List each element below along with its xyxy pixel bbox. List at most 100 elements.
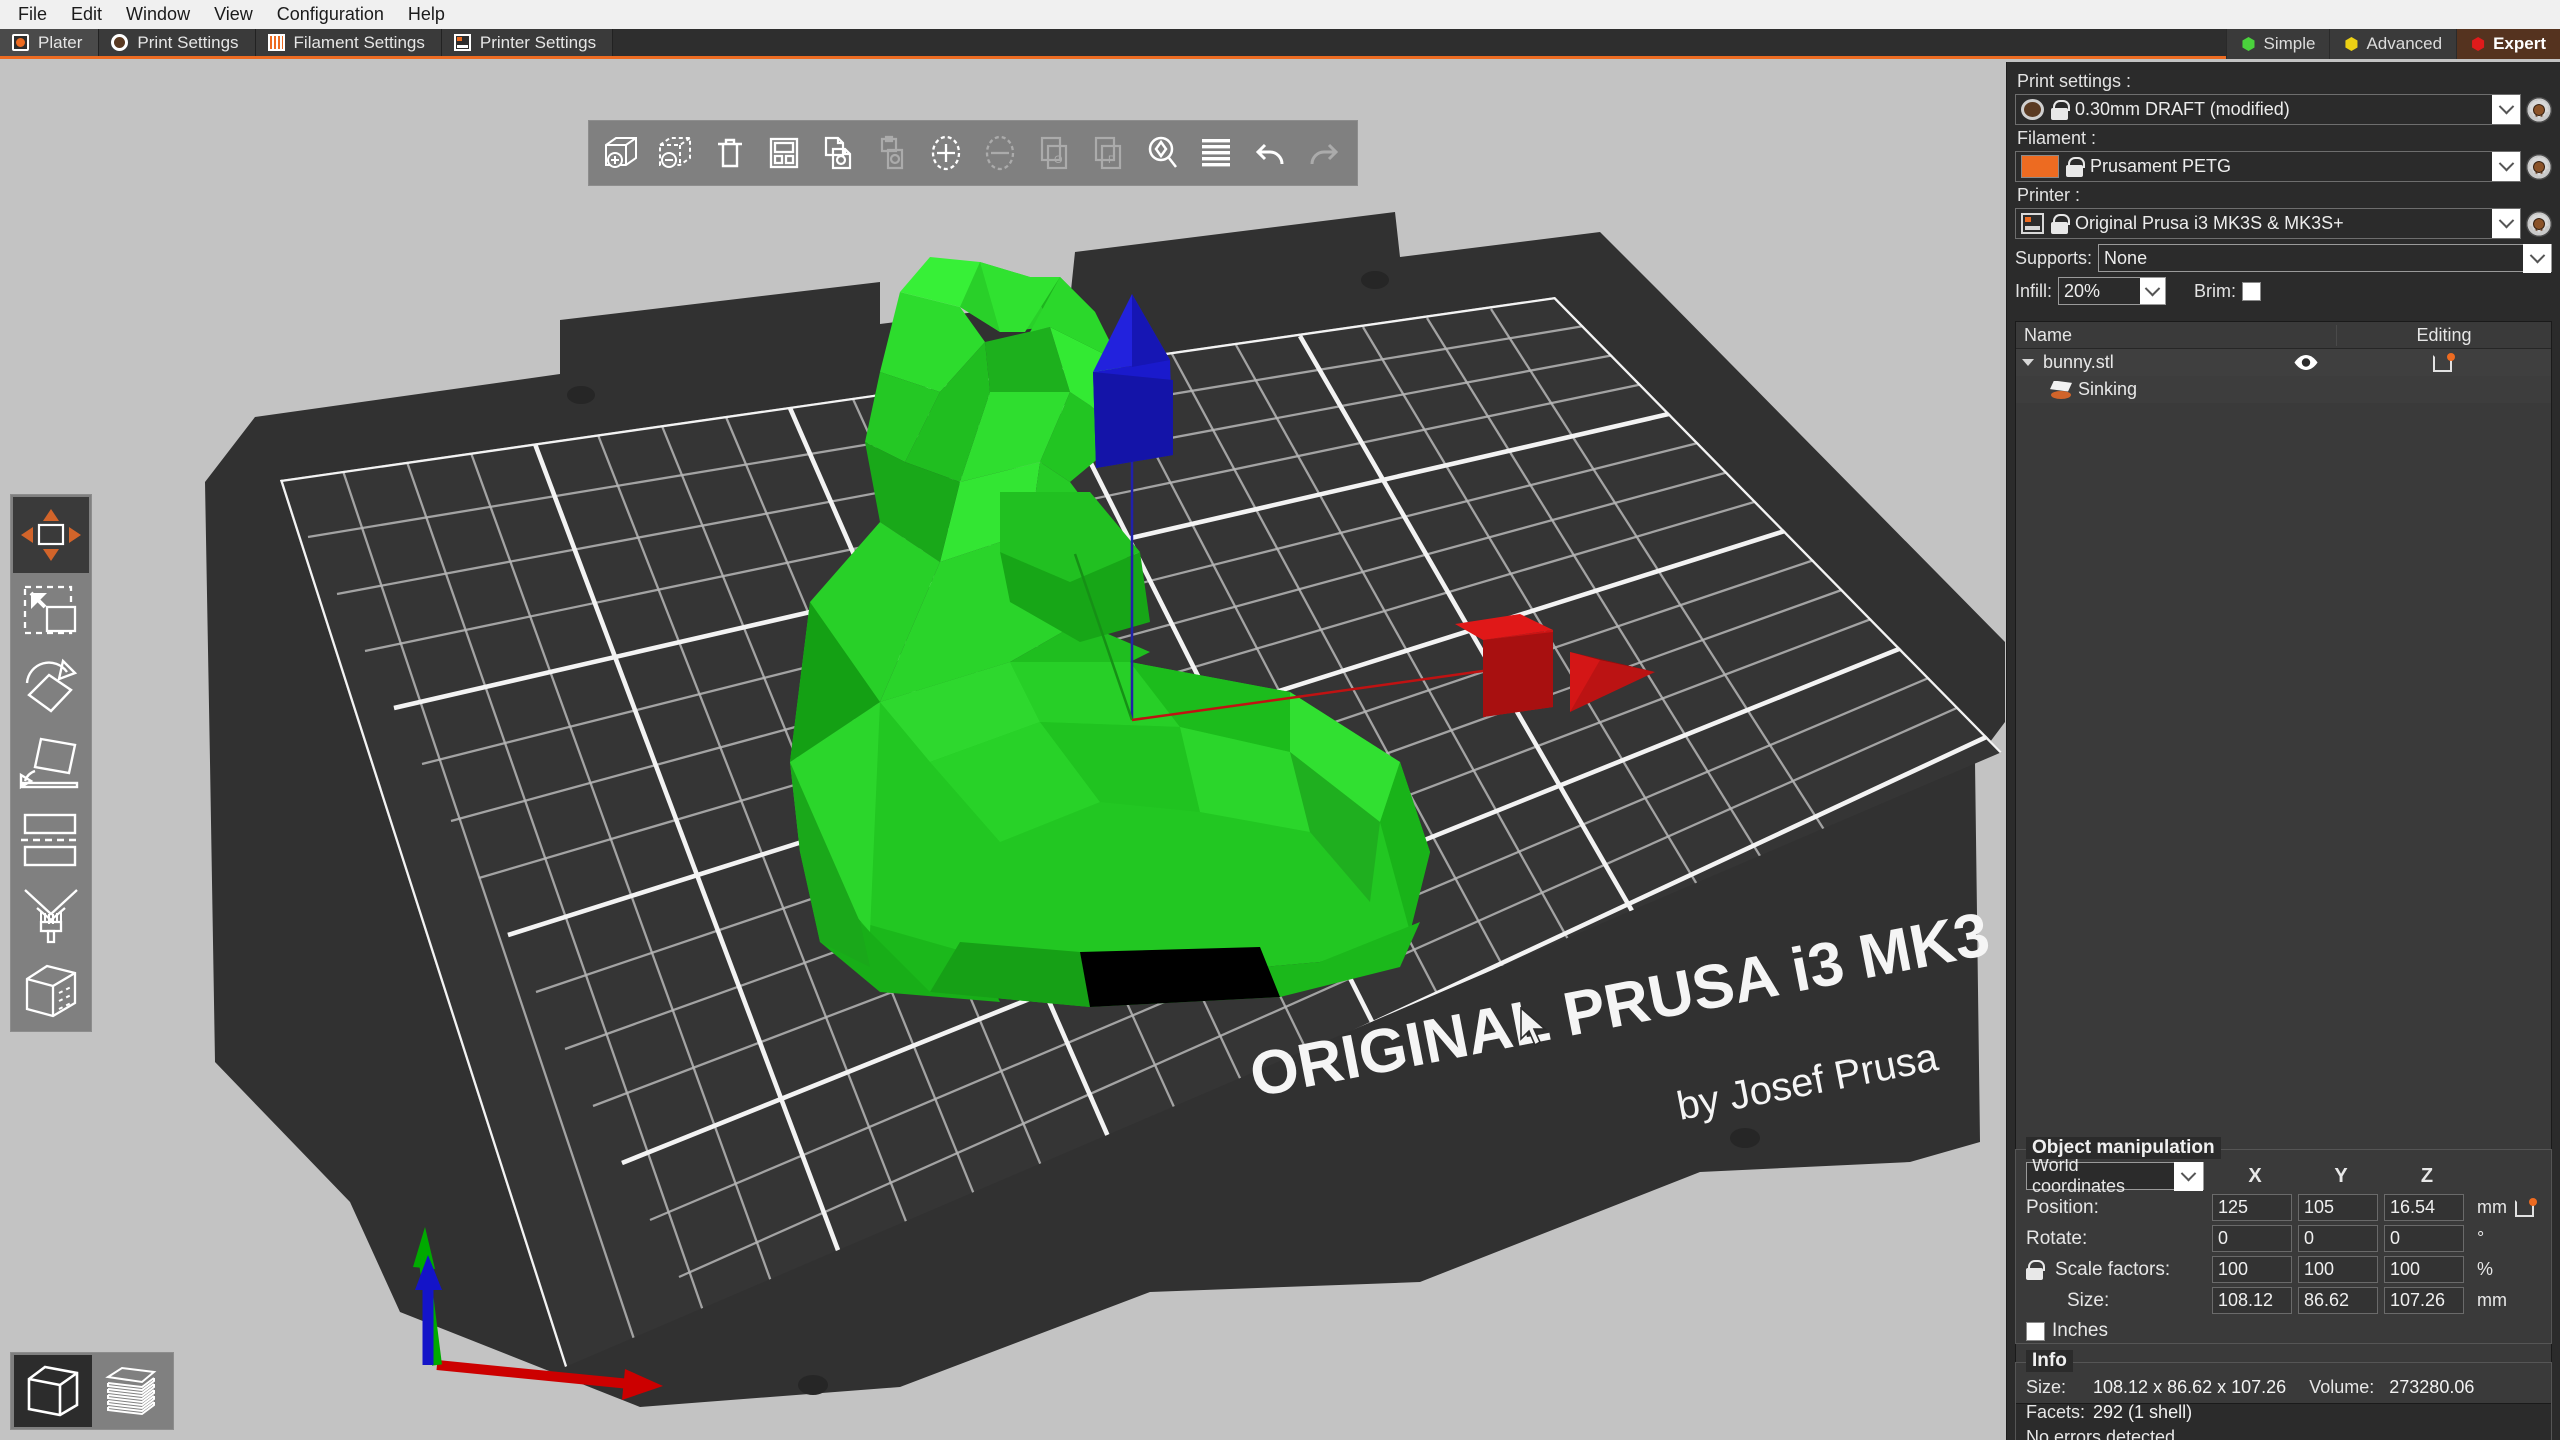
size-z-input[interactable]: 107.26: [2384, 1287, 2464, 1314]
tab-print-settings[interactable]: Print Settings: [99, 29, 256, 56]
chevron-down-icon[interactable]: [2140, 278, 2166, 304]
move-gizmo-icon[interactable]: [13, 497, 89, 573]
printer-label: Printer :: [2017, 185, 2081, 205]
supports-combo[interactable]: None: [2098, 243, 2552, 273]
printer-combo[interactable]: Original Prusa i3 MK3S & MK3S+: [2015, 208, 2521, 239]
drop-to-bed-icon[interactable]: [2515, 1197, 2537, 1218]
view-toggle: [10, 1352, 174, 1430]
position-y-input[interactable]: 105: [2298, 1194, 2378, 1221]
menu-item-view[interactable]: View: [202, 2, 265, 27]
mode-selector: Simple Advanced Expert: [2226, 29, 2560, 59]
info-facets-value: 292 (1 shell): [2093, 1402, 2193, 1422]
mode-expert[interactable]: Expert: [2456, 29, 2560, 59]
variable-layer-height-icon[interactable]: [1190, 125, 1242, 181]
rotate-z-input[interactable]: 0: [2384, 1225, 2464, 1252]
tab-filament-settings[interactable]: Filament Settings: [255, 29, 442, 56]
search-icon[interactable]: [1136, 125, 1188, 181]
rotate-gizmo-icon[interactable]: [13, 649, 89, 725]
tab-printer-settings-label: Printer Settings: [479, 32, 597, 52]
rotate-x-input[interactable]: 0: [2212, 1225, 2292, 1252]
scale-z-input[interactable]: 100: [2384, 1256, 2464, 1283]
filament-value: Prusament PETG: [2090, 156, 2232, 176]
chevron-down-icon[interactable]: [2492, 95, 2520, 124]
supports-label: Supports:: [2015, 247, 2093, 268]
menu-item-file[interactable]: File: [6, 2, 59, 27]
position-x-input[interactable]: 125: [2212, 1194, 2292, 1221]
chevron-down-icon[interactable]: [2022, 359, 2034, 366]
chevron-down-icon[interactable]: [2492, 152, 2520, 181]
list-item[interactable]: Sinking: [2016, 376, 2551, 403]
info-size-value: 108.12 x 86.62 x 107.26: [2093, 1377, 2287, 1397]
coordinate-system-value: World coordinates: [2032, 1155, 2126, 1196]
chevron-down-icon[interactable]: [2174, 1161, 2203, 1191]
plater-icon: [12, 34, 29, 51]
menu-item-window[interactable]: Window: [114, 2, 202, 27]
printer-row: Original Prusa i3 MK3S & MK3S+: [2015, 208, 2552, 239]
chevron-down-icon[interactable]: [2523, 243, 2551, 273]
editor-view-icon[interactable]: [14, 1355, 92, 1427]
object-name: bunny.stl: [2043, 352, 2114, 372]
inches-checkbox[interactable]: [2026, 1321, 2045, 1341]
info-size-row: Size: 108.12 x 86.62 x 107.26 Volume: 27…: [2026, 1375, 2541, 1400]
tab-plater-label: Plater: [38, 32, 83, 52]
table-row[interactable]: bunny.stl: [2016, 349, 2551, 376]
printer-icon: [453, 34, 471, 51]
tab-printer-settings[interactable]: Printer Settings: [441, 29, 614, 56]
arrange-icon[interactable]: [758, 125, 810, 181]
mode-simple[interactable]: Simple: [2226, 29, 2330, 59]
add-icon[interactable]: [596, 125, 648, 181]
supports-value: None: [2104, 247, 2148, 268]
scale-y-input[interactable]: 100: [2298, 1256, 2378, 1283]
infill-combo[interactable]: 20%: [2058, 277, 2167, 305]
axis-label-y: Y: [2334, 1164, 2348, 1187]
add-instance-icon[interactable]: [920, 125, 972, 181]
paint-support-icon[interactable]: [13, 877, 89, 953]
3d-viewport[interactable]: ORIGINAL PRUSA i3 MK3 by Josef Prusa O P: [0, 62, 2006, 1440]
sinking-icon: [2050, 381, 2072, 399]
copy-icon[interactable]: [812, 125, 864, 181]
info-panel: Info Size: 108.12 x 86.62 x 107.26 Volum…: [2015, 1350, 2552, 1440]
mode-simple-dot: [2242, 37, 2255, 51]
print-settings-label: Print settings :: [2017, 71, 2132, 91]
mode-advanced[interactable]: Advanced: [2329, 29, 2457, 59]
preview-view-icon[interactable]: [92, 1355, 170, 1427]
chevron-down-icon[interactable]: [2492, 209, 2520, 238]
infill-label: Infill:: [2015, 280, 2053, 301]
printer-gear-icon[interactable]: [2526, 210, 2552, 237]
print-settings-combo[interactable]: 0.30mm DRAFT (modified): [2015, 94, 2521, 125]
delete-icon[interactable]: [650, 125, 702, 181]
delete-all-icon[interactable]: [704, 125, 756, 181]
scale-unit: %: [2477, 1259, 2494, 1279]
filament-gear-icon[interactable]: [2526, 153, 2552, 180]
undo-icon[interactable]: [1244, 125, 1296, 181]
cut-tool-icon[interactable]: [13, 801, 89, 877]
print-settings-gear-icon[interactable]: [2526, 96, 2552, 123]
filament-combo[interactable]: Prusament PETG: [2015, 151, 2521, 182]
size-x-input[interactable]: 108.12: [2212, 1287, 2292, 1314]
filament-row: Prusament PETG: [2015, 151, 2552, 182]
uniform-scale-lock-icon[interactable]: [2026, 1259, 2045, 1280]
info-status: No errors detected: [2026, 1427, 2176, 1440]
print-settings-row: 0.30mm DRAFT (modified): [2015, 94, 2552, 125]
filament-icon: [267, 34, 285, 51]
brim-checkbox[interactable]: [2242, 281, 2262, 301]
scale-gizmo-icon[interactable]: [13, 573, 89, 649]
coordinate-system-select[interactable]: World coordinates: [2026, 1155, 2204, 1196]
eye-icon[interactable]: [2293, 354, 2319, 371]
print-settings-icon: [111, 34, 129, 51]
tab-print-settings-label: Print Settings: [137, 32, 239, 52]
position-unit: mm: [2477, 1197, 2507, 1217]
mode-expert-dot: [2472, 37, 2485, 51]
rotate-y-input[interactable]: 0: [2298, 1225, 2378, 1252]
seam-painting-icon[interactable]: [13, 953, 89, 1029]
editing-icon[interactable]: [2432, 352, 2455, 373]
menu-item-help[interactable]: Help: [396, 2, 457, 27]
size-y-input[interactable]: 86.62: [2298, 1287, 2378, 1314]
menu-item-edit[interactable]: Edit: [59, 2, 114, 27]
scale-x-input[interactable]: 100: [2212, 1256, 2292, 1283]
tab-plater[interactable]: Plater: [0, 29, 100, 59]
place-on-face-icon[interactable]: [13, 725, 89, 801]
menu-item-configuration[interactable]: Configuration: [265, 2, 396, 27]
position-z-input[interactable]: 16.54: [2384, 1194, 2464, 1221]
supports-row: Supports: None: [2015, 243, 2552, 273]
